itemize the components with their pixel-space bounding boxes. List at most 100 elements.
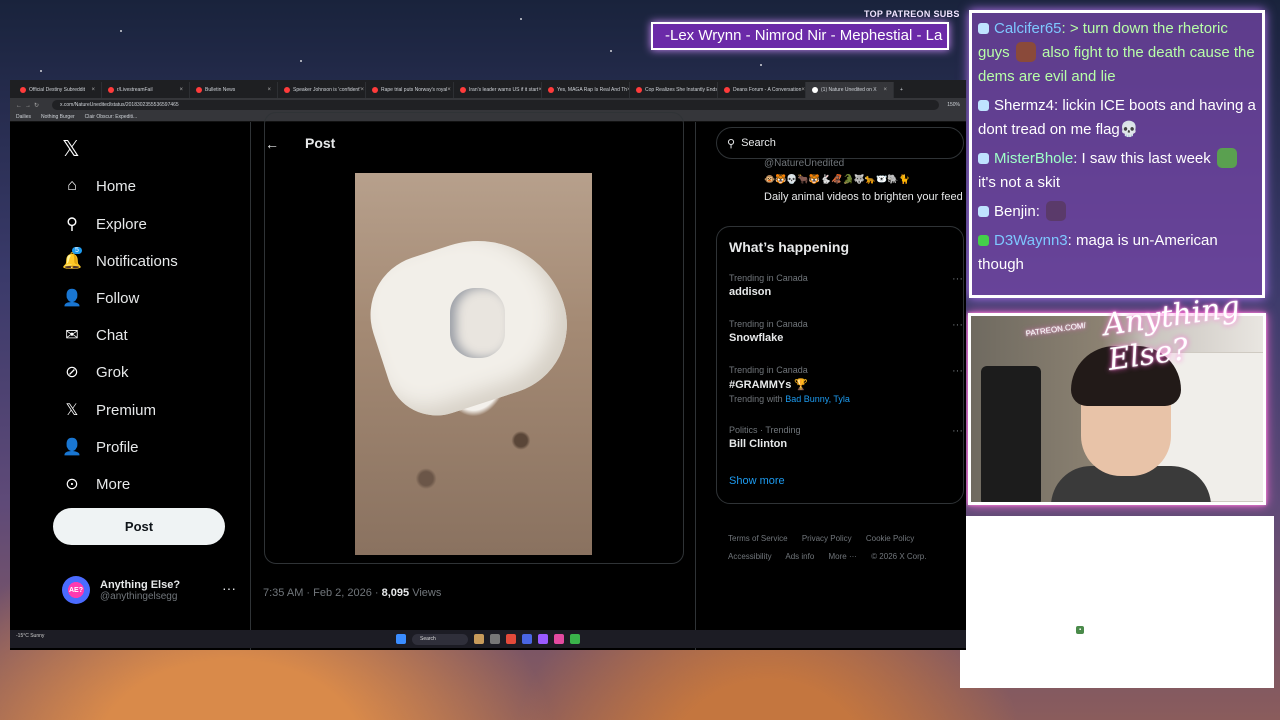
new-tab-button[interactable]: + [894, 82, 914, 98]
who-emojis: 🐵🐯💀🐂🐯🐇🦧🐊🐺🐆🐻‍❄️🐘🐈 [764, 174, 910, 184]
account-switcher[interactable]: AE? Anything Else? @anythingelsegg [62, 576, 180, 604]
footer-link[interactable]: Accessibility [728, 552, 772, 561]
tab-label: (1) Nature Unedited on X [821, 87, 877, 93]
chrome-icon[interactable] [570, 634, 580, 644]
more-options-icon[interactable]: ··· [952, 319, 963, 331]
nav-label: Follow [96, 289, 140, 307]
trend-context: Trending in Canada [729, 319, 808, 329]
nav-explore[interactable]: ⚲ Explore [62, 212, 147, 236]
close-icon[interactable]: × [447, 87, 451, 93]
post-video[interactable] [354, 173, 592, 555]
more-options-icon[interactable]: ··· [952, 365, 963, 377]
trend-item[interactable]: Politics · Trending Bill Clinton ··· [729, 425, 963, 450]
chat-badge-icon [978, 153, 989, 164]
app-icon[interactable] [538, 634, 548, 644]
profile-icon: 👤 [62, 439, 82, 456]
trend-item[interactable]: Trending in Canada addison ··· [729, 273, 963, 298]
search-input[interactable]: ⚲ Search [716, 127, 964, 159]
chat-message: Benjin: [978, 200, 1256, 224]
close-icon[interactable]: × [883, 87, 887, 93]
mail-icon: ✉ [65, 327, 79, 344]
x-logo-icon[interactable]: 𝕏 [62, 136, 80, 162]
pepe-emote-icon [1216, 148, 1237, 168]
notification-badge: 5 [72, 247, 82, 254]
more-options-icon[interactable]: ··· [952, 273, 963, 285]
browser-tab[interactable]: Rape trial puts Norway's royal × [366, 82, 454, 98]
footer-link[interactable]: Privacy Policy [802, 534, 852, 543]
post-button[interactable]: Post [53, 508, 225, 545]
small-badge: ▪ [1076, 626, 1085, 634]
nav-home[interactable]: ⌂ Home [62, 174, 136, 198]
browser-tab[interactable]: Official Destiny Subreddit × [14, 82, 102, 98]
nav-buttons[interactable]: ←→↻ [16, 102, 52, 109]
chat-user: MisterBhole [994, 150, 1074, 167]
trend-with-links[interactable]: Bad Bunny, Tyla [785, 394, 850, 404]
chat-message: Calcifer65: > turn down the rhetoric guy… [978, 17, 1256, 89]
nav-chat[interactable]: ✉ Chat [62, 323, 128, 347]
nav-premium[interactable]: 𝕏 Premium [62, 398, 156, 422]
app-icon[interactable] [474, 634, 484, 644]
views-count: 8,095 [381, 587, 410, 599]
nav-grok[interactable]: ⊘ Grok [62, 360, 129, 384]
who-handle[interactable]: @NatureUnedited [764, 158, 844, 169]
nav-profile[interactable]: 👤 Profile [62, 435, 139, 459]
nav-follow[interactable]: 👤 Follow [62, 286, 139, 310]
show-more-link[interactable]: Show more [729, 475, 785, 487]
nav-label: Grok [96, 363, 129, 381]
nav-notifications[interactable]: 🔔 5 Notifications [62, 247, 178, 273]
tab-favicon-icon [724, 87, 730, 93]
close-icon[interactable]: × [91, 87, 95, 93]
zoom-level[interactable]: 150% [947, 102, 960, 108]
trend-item[interactable]: Trending in Canada Snowflake ··· [729, 319, 963, 344]
app-icon[interactable] [490, 634, 500, 644]
trend-with: Trending with Bad Bunny, Tyla [729, 394, 955, 404]
close-icon[interactable]: × [179, 87, 183, 93]
browser-tab[interactable]: Speaker Johnson is 'confident' × [278, 82, 366, 98]
footer-links: Terms of Service Privacy Policy Cookie P… [728, 530, 958, 566]
start-icon[interactable] [396, 634, 406, 644]
footer-link[interactable]: Cookie Policy [866, 534, 914, 543]
post-meta: 7:35 AM · Feb 2, 2026 · 8,095 Views [263, 587, 441, 599]
more-options-icon[interactable]: ··· [952, 425, 963, 437]
post-time: 7:35 AM · Feb 2, 2026 · [263, 587, 382, 599]
copyright: © 2026 X Corp. [871, 552, 927, 561]
close-icon[interactable]: × [801, 87, 805, 93]
bookmark-item[interactable]: Dailies [16, 114, 31, 120]
nav-label: Chat [96, 326, 128, 344]
browser-tab[interactable]: r/LivestreamFail × [102, 82, 190, 98]
section-title: What’s happening [729, 239, 850, 255]
browser-tab[interactable]: Cop Realizes She Instantly Ends× [630, 82, 718, 98]
nav-label: Explore [96, 215, 147, 233]
patreon-subs-label: TOP PATREON SUBS [864, 9, 960, 19]
trend-item[interactable]: Trending in Canada #GRAMMYs 🏆 Trending wit… [729, 365, 963, 404]
browser-tab[interactable]: Deans Forum - A Conversation × [718, 82, 806, 98]
nav-more[interactable]: ⊙ More [62, 472, 130, 496]
footer-link[interactable]: More ··· [829, 552, 857, 561]
bookmark-item[interactable]: Clair Obscur: Expediti... [85, 114, 138, 120]
weather-widget[interactable]: -15°C Sunny [16, 633, 44, 639]
browser-tab[interactable]: Bulletin News × [190, 82, 278, 98]
url-input[interactable]: x.com/NatureUnedited/status/201830235553… [52, 100, 940, 110]
close-icon[interactable]: × [361, 87, 365, 93]
trend-title-text: #GRAMMYs [729, 379, 792, 391]
more-options-icon[interactable]: ··· [222, 580, 236, 596]
grok-icon: ⊘ [65, 364, 79, 381]
tab-label: Iran's leader warns US if it start [469, 87, 539, 93]
footer-link[interactable]: Terms of Service [728, 534, 788, 543]
chat-user: D3Waynn3 [994, 232, 1068, 249]
close-icon[interactable]: × [267, 87, 271, 93]
whats-happening-panel: What’s happening Trending in Canada addis… [716, 226, 964, 504]
app-icon[interactable] [506, 634, 516, 644]
app-icon[interactable] [554, 634, 564, 644]
browser-tab-active[interactable]: (1) Nature Unedited on X × [806, 82, 894, 98]
app-icon[interactable] [522, 634, 532, 644]
trend-context: Politics · Trending [729, 425, 801, 435]
browser-tab[interactable]: Yes, MAGA Rap Is Real And Th× [542, 82, 630, 98]
browser-tab[interactable]: Iran's leader warns US if it start × [454, 82, 542, 98]
taskbar-search[interactable]: Search [412, 633, 468, 645]
chat-text: : [1035, 203, 1045, 220]
footer-link[interactable]: Ads info [785, 552, 814, 561]
bookmark-item[interactable]: Nothing Burger [41, 114, 75, 120]
emote-icon [1046, 201, 1067, 221]
chat-badge-icon [978, 235, 989, 246]
